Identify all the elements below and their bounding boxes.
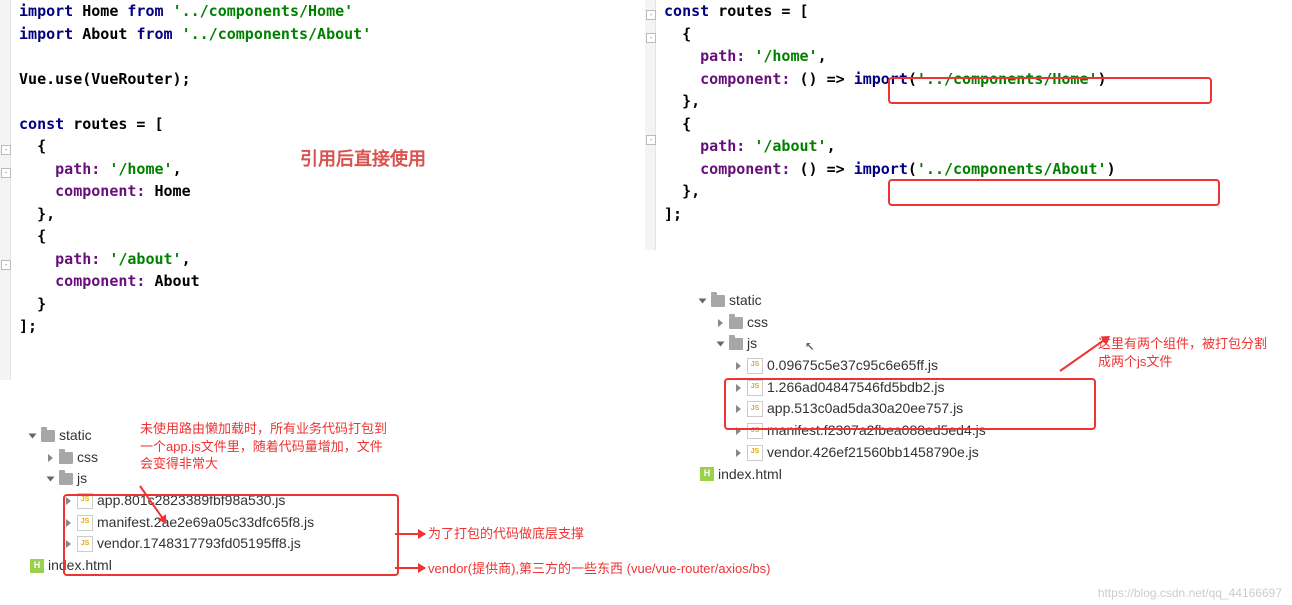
kw-const: const — [19, 115, 64, 133]
html-icon — [30, 559, 44, 573]
id-home: Home — [82, 2, 118, 20]
folder-icon — [729, 317, 743, 329]
folder-label: js — [747, 333, 757, 355]
prop-path: path: — [700, 47, 745, 65]
str-about: '/about' — [754, 137, 826, 155]
highlight-box-split-files — [724, 378, 1096, 430]
brace: { — [37, 137, 46, 155]
file-js[interactable]: vendor.426ef21560bb1458790e.js — [700, 442, 1120, 464]
arrow-fn: () => — [800, 160, 845, 178]
folder-css[interactable]: css — [700, 312, 1120, 334]
str-home: '/home' — [754, 47, 817, 65]
arrow-fn: () => — [800, 70, 845, 88]
folder-icon — [41, 430, 55, 442]
id-routes: routes = [ — [73, 115, 163, 133]
str-about: '/about' — [109, 250, 181, 268]
kw-import: import — [19, 25, 73, 43]
brace: }, — [37, 205, 55, 223]
kw-from: from — [136, 25, 172, 43]
folder-icon — [59, 452, 73, 464]
folder-static[interactable]: static — [700, 290, 1120, 312]
brace: { — [682, 25, 691, 43]
folder-label: js — [77, 468, 87, 490]
brace: }, — [682, 182, 700, 200]
annotation-vendor: vendor(提供商),第三方的一些东西 (vue/vue-router/axi… — [428, 560, 770, 578]
str-path: '../components/Home' — [173, 2, 354, 20]
arrow-icon — [395, 533, 425, 535]
prop-comp: component: — [55, 182, 145, 200]
id-home: Home — [155, 182, 191, 200]
prop-path: path: — [55, 160, 100, 178]
str-home: '/home' — [109, 160, 172, 178]
prop-comp: component: — [55, 272, 145, 290]
prop-comp: component: — [700, 70, 790, 88]
arr-close: ]; — [664, 205, 682, 223]
call-use: .use(VueRouter); — [46, 70, 191, 88]
annotation-no-lazy: 未使用路由懒加载时，所有业务代码打包到一个app.js文件里，随着代码量增加，文… — [140, 420, 390, 473]
brace: }, — [682, 92, 700, 110]
id-routes: routes = [ — [718, 2, 808, 20]
brace: { — [37, 227, 46, 245]
folder-label: static — [59, 425, 92, 447]
cursor-icon: ↖ — [805, 335, 815, 354]
id-about: About — [82, 25, 127, 43]
left-title: 引用后直接使用 — [300, 145, 426, 171]
highlight-box-import-home — [888, 77, 1212, 104]
html-icon — [700, 467, 714, 481]
file-label: index.html — [718, 464, 782, 486]
file-html[interactable]: index.html — [700, 464, 1120, 486]
annotation-manifest: 为了打包的代码做底层支撑 — [428, 525, 584, 543]
file-label: 0.09675c5e37c95c6e65ff.js — [767, 355, 938, 377]
folder-icon — [729, 338, 743, 350]
folder-js[interactable]: js — [700, 333, 1120, 355]
prop-path: path: — [55, 250, 100, 268]
brace: { — [682, 115, 691, 133]
folder-label: static — [729, 290, 762, 312]
kw-from: from — [127, 2, 163, 20]
id-vue: Vue — [19, 70, 46, 88]
watermark: https://blog.csdn.net/qq_44166697 — [1098, 586, 1282, 600]
annotation-split: 这里有两个组件，被打包分割成两个js文件 — [1098, 335, 1278, 370]
prop-path: path: — [700, 137, 745, 155]
prop-comp: component: — [700, 160, 790, 178]
str-about-imp: '../components/About' — [917, 160, 1107, 178]
file-js[interactable]: 0.09675c5e37c95c6e65ff.js — [700, 355, 1120, 377]
kw-const: const — [664, 2, 709, 20]
arrow-icon — [395, 567, 425, 569]
kw-import: import — [19, 2, 73, 20]
arr-close: ]; — [19, 317, 37, 335]
file-label: vendor.426ef21560bb1458790e.js — [767, 442, 979, 464]
str-path: '../components/About' — [182, 25, 372, 43]
folder-label: css — [747, 312, 768, 334]
folder-icon — [711, 295, 725, 307]
highlight-box-import-about — [888, 179, 1220, 206]
js-icon — [747, 358, 763, 374]
js-icon — [747, 445, 763, 461]
folder-icon — [59, 473, 73, 485]
folder-label: css — [77, 447, 98, 469]
brace: } — [37, 295, 46, 313]
id-about: About — [155, 272, 200, 290]
highlight-box-left-files — [63, 494, 399, 576]
kw-import: import — [854, 160, 908, 178]
